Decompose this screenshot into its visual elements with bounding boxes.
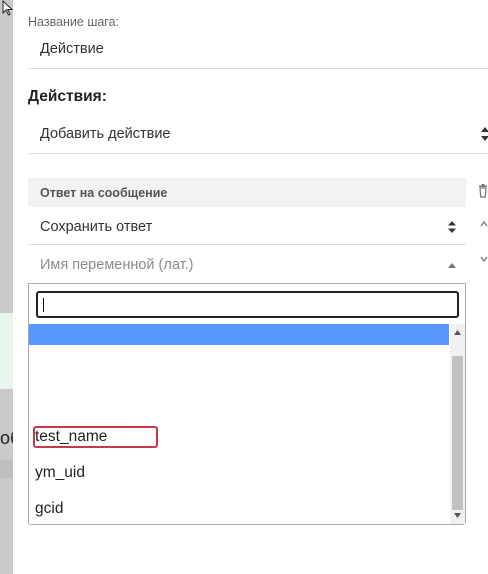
dropdown-scrollbar[interactable] bbox=[450, 324, 465, 524]
background-panel-strip-lower bbox=[0, 460, 13, 478]
step-name-field[interactable]: Действие bbox=[28, 32, 488, 69]
move-up-icon[interactable] bbox=[480, 220, 488, 228]
step-name-value: Действие bbox=[40, 41, 104, 57]
dropdown-search-input[interactable] bbox=[36, 291, 459, 318]
dropdown-options-list[interactable]: test_name ym_uid gcid bbox=[29, 324, 465, 524]
move-down-icon[interactable] bbox=[480, 255, 488, 263]
scroll-down-icon[interactable] bbox=[454, 513, 461, 518]
add-action-label: Добавить действие bbox=[40, 126, 171, 142]
reply-block-title: Ответ на сообщение bbox=[40, 186, 168, 200]
save-reply-select[interactable]: Сохранить ответ bbox=[28, 209, 466, 245]
variable-dropdown: test_name ym_uid gcid bbox=[28, 283, 466, 525]
background-panel-strip bbox=[0, 0, 13, 574]
variable-name-select[interactable]: Имя переменной (лат.) bbox=[28, 247, 466, 283]
scroll-up-icon[interactable] bbox=[454, 330, 461, 335]
scrollbar-thumb[interactable] bbox=[452, 356, 463, 510]
save-reply-value: Сохранить ответ bbox=[40, 219, 153, 235]
trash-icon[interactable] bbox=[478, 184, 488, 198]
text-cursor bbox=[43, 298, 44, 312]
option-label: gcid bbox=[35, 500, 64, 517]
variable-name-placeholder: Имя переменной (лат.) bbox=[40, 257, 194, 273]
dropdown-option-gcid[interactable]: gcid bbox=[29, 492, 449, 524]
select-arrows-icon bbox=[448, 221, 456, 233]
add-action-select[interactable]: Добавить действие bbox=[28, 116, 488, 154]
option-label: ym_uid bbox=[35, 464, 85, 481]
dropdown-option-ym-uid[interactable]: ym_uid bbox=[29, 456, 449, 492]
step-name-label: Название шага: bbox=[28, 15, 120, 29]
reply-block-header: Ответ на сообщение bbox=[28, 178, 466, 207]
dropdown-option[interactable] bbox=[29, 347, 449, 383]
annotation-highlight-box bbox=[33, 426, 158, 448]
caret-up-icon bbox=[448, 263, 456, 268]
dropdown-option-highlighted[interactable] bbox=[29, 324, 449, 345]
actions-title: Действия: bbox=[28, 88, 107, 105]
select-arrows-icon bbox=[481, 127, 488, 141]
dropdown-option[interactable] bbox=[29, 382, 449, 418]
